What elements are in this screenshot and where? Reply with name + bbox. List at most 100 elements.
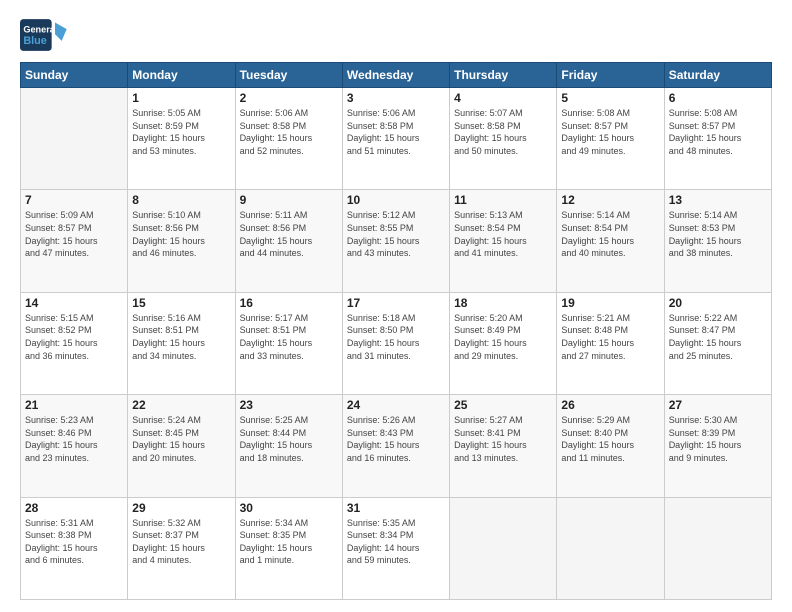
day-number: 31	[347, 501, 445, 515]
cell-text: Sunrise: 5:29 AM	[561, 414, 659, 427]
calendar-cell: 18Sunrise: 5:20 AMSunset: 8:49 PMDayligh…	[450, 292, 557, 394]
cell-text: Sunset: 8:52 PM	[25, 324, 123, 337]
calendar-cell: 3Sunrise: 5:06 AMSunset: 8:58 PMDaylight…	[342, 88, 449, 190]
calendar-cell: 7Sunrise: 5:09 AMSunset: 8:57 PMDaylight…	[21, 190, 128, 292]
day-number: 3	[347, 91, 445, 105]
cell-text: and 36 minutes.	[25, 350, 123, 363]
cell-text: Sunrise: 5:12 AM	[347, 209, 445, 222]
cell-text: Sunrise: 5:21 AM	[561, 312, 659, 325]
cell-text: and 51 minutes.	[347, 145, 445, 158]
calendar-header-sunday: Sunday	[21, 63, 128, 88]
calendar-cell: 20Sunrise: 5:22 AMSunset: 8:47 PMDayligh…	[664, 292, 771, 394]
cell-text: Daylight: 15 hours	[669, 337, 767, 350]
calendar-cell: 15Sunrise: 5:16 AMSunset: 8:51 PMDayligh…	[128, 292, 235, 394]
cell-text: Daylight: 15 hours	[347, 337, 445, 350]
cell-text: Daylight: 15 hours	[132, 132, 230, 145]
cell-text: Sunset: 8:59 PM	[132, 120, 230, 133]
cell-text: Sunset: 8:55 PM	[347, 222, 445, 235]
calendar-header-friday: Friday	[557, 63, 664, 88]
calendar-table: SundayMondayTuesdayWednesdayThursdayFrid…	[20, 62, 772, 600]
cell-text: and 59 minutes.	[347, 554, 445, 567]
cell-text: Daylight: 15 hours	[240, 132, 338, 145]
cell-text: and 29 minutes.	[454, 350, 552, 363]
cell-text: Sunrise: 5:27 AM	[454, 414, 552, 427]
calendar-cell: 4Sunrise: 5:07 AMSunset: 8:58 PMDaylight…	[450, 88, 557, 190]
cell-text: and 53 minutes.	[132, 145, 230, 158]
calendar-header-thursday: Thursday	[450, 63, 557, 88]
cell-text: Sunrise: 5:15 AM	[25, 312, 123, 325]
cell-text: Sunset: 8:57 PM	[25, 222, 123, 235]
cell-text: Sunrise: 5:09 AM	[25, 209, 123, 222]
cell-text: Daylight: 15 hours	[669, 439, 767, 452]
calendar-cell	[557, 497, 664, 599]
cell-text: and 25 minutes.	[669, 350, 767, 363]
cell-text: Daylight: 15 hours	[669, 132, 767, 145]
day-number: 2	[240, 91, 338, 105]
cell-text: and 27 minutes.	[561, 350, 659, 363]
cell-text: Daylight: 15 hours	[132, 337, 230, 350]
cell-text: Daylight: 15 hours	[240, 235, 338, 248]
cell-text: and 50 minutes.	[454, 145, 552, 158]
day-number: 21	[25, 398, 123, 412]
day-number: 13	[669, 193, 767, 207]
cell-text: Sunrise: 5:30 AM	[669, 414, 767, 427]
calendar-cell: 31Sunrise: 5:35 AMSunset: 8:34 PMDayligh…	[342, 497, 449, 599]
cell-text: and 48 minutes.	[669, 145, 767, 158]
cell-text: Sunrise: 5:35 AM	[347, 517, 445, 530]
cell-text: Sunset: 8:57 PM	[561, 120, 659, 133]
calendar-cell: 27 Sunrise: 5:30 AMSunset: 8:39 PMDayligh…	[664, 395, 771, 497]
calendar-cell: 11Sunrise: 5:13 AMSunset: 8:54 PMDayligh…	[450, 190, 557, 292]
day-number: 16	[240, 296, 338, 310]
day-number: 25	[454, 398, 552, 412]
cell-text: and 6 minutes.	[25, 554, 123, 567]
cell-text: Daylight: 15 hours	[240, 439, 338, 452]
cell-text: Daylight: 15 hours	[25, 235, 123, 248]
cell-text: Sunset: 8:58 PM	[454, 120, 552, 133]
cell-text: Daylight: 15 hours	[454, 337, 552, 350]
calendar-cell: 16Sunrise: 5:17 AMSunset: 8:51 PMDayligh…	[235, 292, 342, 394]
cell-text: Sunrise: 5:14 AM	[561, 209, 659, 222]
cell-text: Sunset: 8:41 PM	[454, 427, 552, 440]
logo-svg: General Blue	[20, 16, 70, 54]
cell-text: Sunrise: 5:07 AM	[454, 107, 552, 120]
cell-text: Sunrise: 5:23 AM	[25, 414, 123, 427]
cell-text: Sunset: 8:58 PM	[347, 120, 445, 133]
cell-text: Sunset: 8:39 PM	[669, 427, 767, 440]
cell-text: and 46 minutes.	[132, 247, 230, 260]
day-number: 14	[25, 296, 123, 310]
calendar-cell: 19Sunrise: 5:21 AMSunset: 8:48 PMDayligh…	[557, 292, 664, 394]
cell-text: Daylight: 15 hours	[347, 235, 445, 248]
cell-text: and 33 minutes.	[240, 350, 338, 363]
cell-text: and 40 minutes.	[561, 247, 659, 260]
cell-text: Sunrise: 5:14 AM	[669, 209, 767, 222]
cell-text: Sunrise: 5:25 AM	[240, 414, 338, 427]
cell-text: Sunrise: 5:17 AM	[240, 312, 338, 325]
day-number: 27	[669, 398, 767, 412]
day-number: 30	[240, 501, 338, 515]
day-number: 4	[454, 91, 552, 105]
cell-text: Daylight: 15 hours	[240, 542, 338, 555]
calendar-week-5: 28Sunrise: 5:31 AMSunset: 8:38 PMDayligh…	[21, 497, 772, 599]
cell-text: Sunrise: 5:08 AM	[561, 107, 659, 120]
day-number: 28	[25, 501, 123, 515]
calendar-cell: 12Sunrise: 5:14 AMSunset: 8:54 PMDayligh…	[557, 190, 664, 292]
page: General Blue SundayMondayTuesdayWednesda…	[0, 0, 792, 612]
cell-text: and 18 minutes.	[240, 452, 338, 465]
day-number: 11	[454, 193, 552, 207]
cell-text: Daylight: 15 hours	[132, 439, 230, 452]
cell-text: Sunrise: 5:11 AM	[240, 209, 338, 222]
cell-text: Daylight: 15 hours	[561, 235, 659, 248]
cell-text: and 13 minutes.	[454, 452, 552, 465]
calendar-cell: 29Sunrise: 5:32 AMSunset: 8:37 PMDayligh…	[128, 497, 235, 599]
cell-text: Sunrise: 5:22 AM	[669, 312, 767, 325]
calendar-cell: 21Sunrise: 5:23 AMSunset: 8:46 PMDayligh…	[21, 395, 128, 497]
calendar-week-4: 21Sunrise: 5:23 AMSunset: 8:46 PMDayligh…	[21, 395, 772, 497]
cell-text: Daylight: 15 hours	[25, 337, 123, 350]
svg-text:Blue: Blue	[23, 35, 46, 47]
cell-text: Sunset: 8:57 PM	[669, 120, 767, 133]
cell-text: Sunrise: 5:06 AM	[240, 107, 338, 120]
calendar-cell: 24Sunrise: 5:26 AMSunset: 8:43 PMDayligh…	[342, 395, 449, 497]
cell-text: Daylight: 15 hours	[25, 439, 123, 452]
day-number: 26	[561, 398, 659, 412]
calendar-week-1: 1Sunrise: 5:05 AMSunset: 8:59 PMDaylight…	[21, 88, 772, 190]
